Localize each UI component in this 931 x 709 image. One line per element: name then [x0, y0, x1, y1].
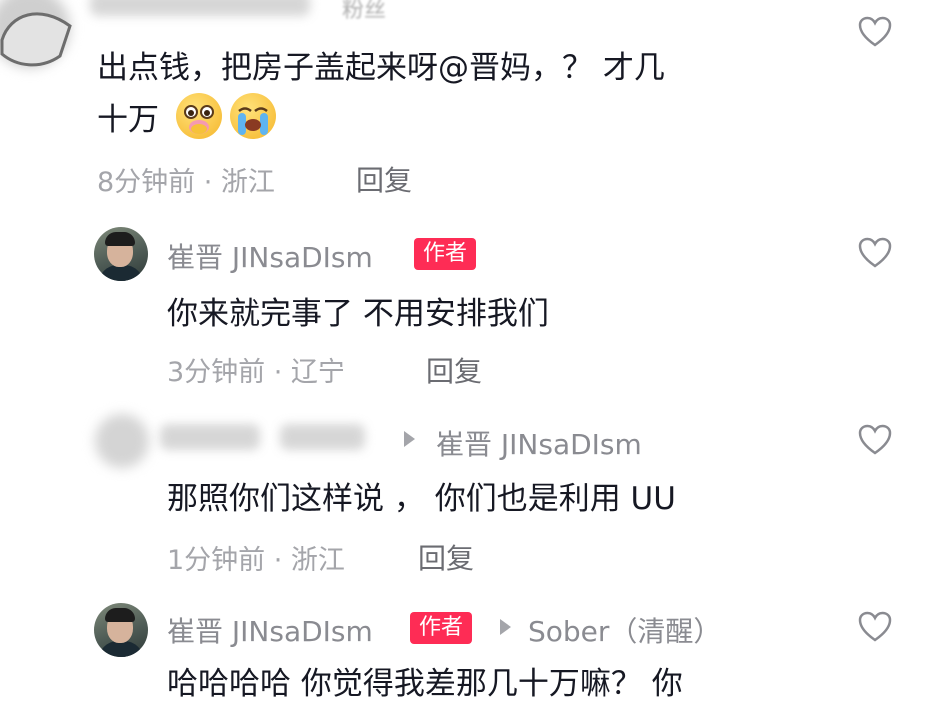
like-heart-icon[interactable]: [858, 237, 892, 269]
avatar-blurred[interactable]: [95, 414, 149, 468]
comment-text: 你来就完事了 不用安排我们: [167, 296, 549, 332]
nickname-blurred-2: [280, 424, 365, 450]
pleading-face-icon: [176, 93, 222, 139]
like-heart-icon[interactable]: [858, 16, 892, 48]
nickname[interactable]: 崔晋 JINsaDIsm: [167, 610, 373, 650]
like-heart-icon[interactable]: [858, 424, 892, 456]
nickname-blurred[interactable]: [160, 424, 260, 450]
comment-text-line-2: 十万: [97, 102, 159, 138]
author-badge: 作者: [414, 238, 477, 270]
comment-time-location: 1分钟前 · 浙江: [167, 545, 345, 576]
avatar[interactable]: [94, 227, 148, 281]
avatar[interactable]: [94, 603, 148, 657]
reply-to-nickname[interactable]: Sober（清醒）: [528, 610, 721, 650]
fan-label: 粉丝: [342, 0, 387, 23]
author-badge: 作者: [410, 612, 473, 644]
reply-arrow-icon: [404, 431, 415, 447]
reply-to-nickname[interactable]: 崔晋 JINsaDIsm: [436, 423, 642, 463]
reply-button[interactable]: 回复: [426, 350, 482, 390]
comment-text: 那照你们这样说 ， 你们也是利用 UU: [167, 481, 676, 517]
nickname[interactable]: 崔晋 JINsaDIsm: [167, 236, 373, 276]
loudly-crying-face-icon: [230, 93, 276, 139]
like-heart-icon[interactable]: [858, 611, 892, 643]
nickname-blurred[interactable]: [90, 0, 310, 16]
reply-button[interactable]: 回复: [418, 537, 474, 577]
avatar-graphic: [0, 12, 72, 67]
comment-text: 哈哈哈哈 你觉得我差那几十万嘛？ 你: [167, 666, 683, 702]
comment-time-location: 8分钟前 · 浙江: [97, 167, 275, 198]
reply-button[interactable]: 回复: [356, 159, 412, 199]
comment-time-location: 3分钟前 · 辽宁: [167, 357, 345, 388]
comment-text-line-1: 出点钱，把房子盖起来呀@晋妈，？ 才几: [97, 50, 665, 86]
reply-arrow-icon: [500, 619, 511, 635]
